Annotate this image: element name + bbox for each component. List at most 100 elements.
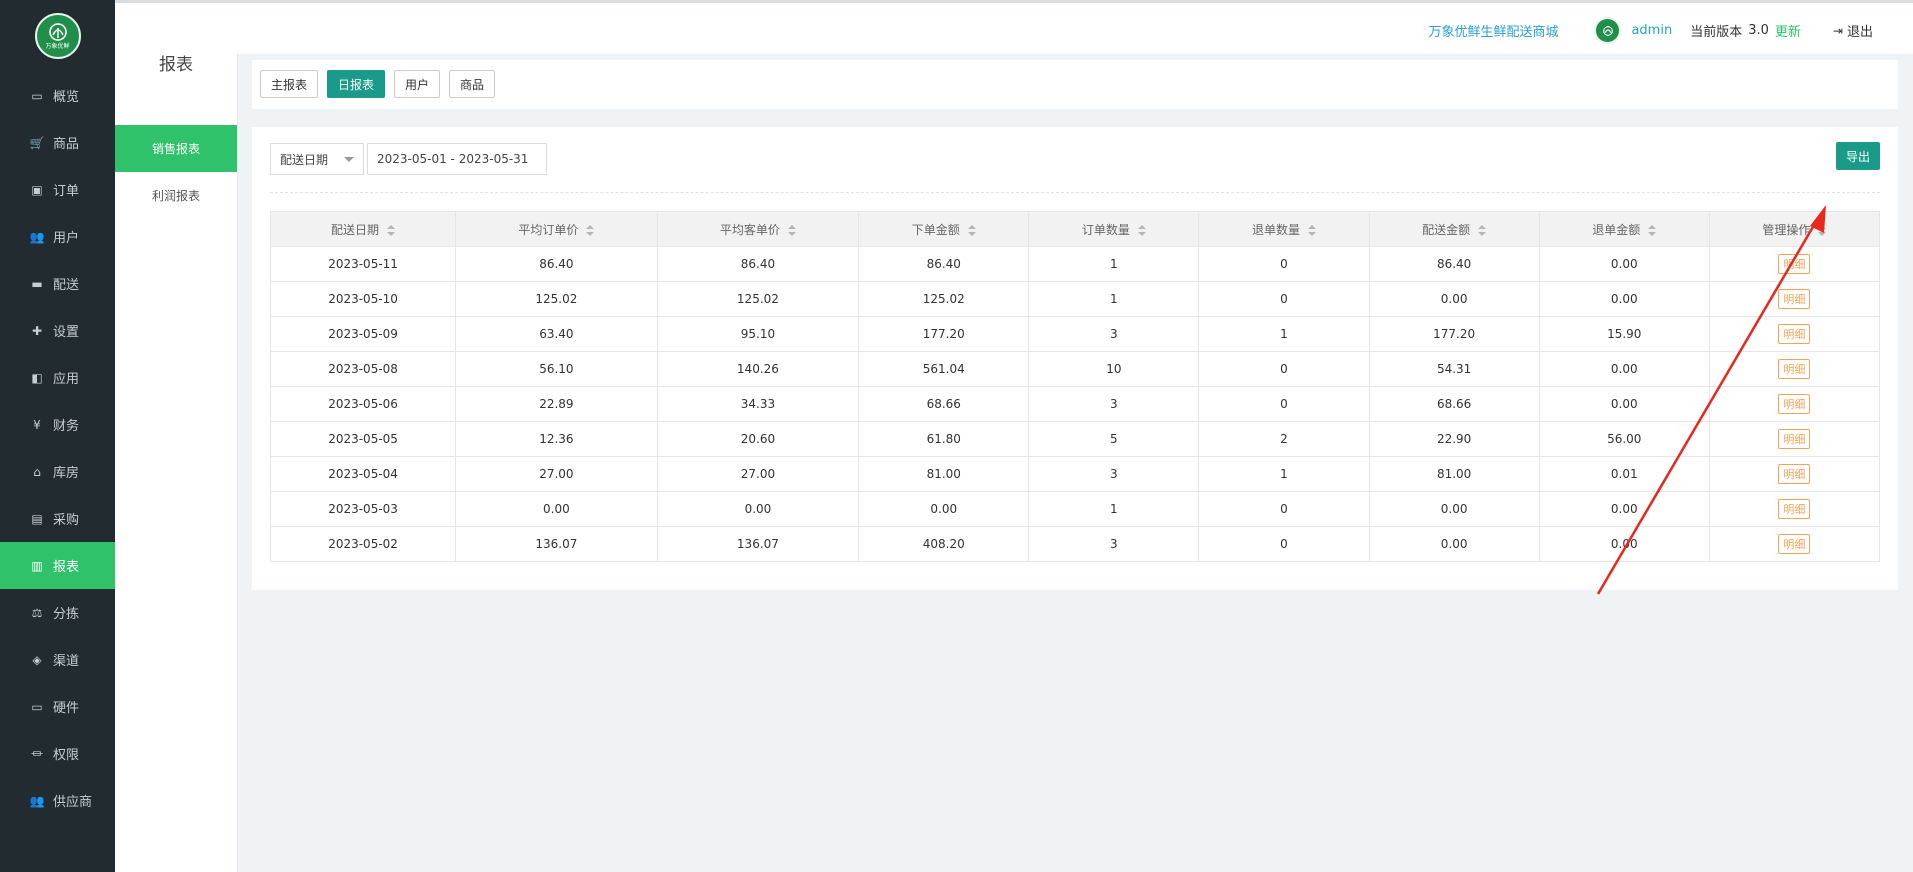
sidebar-item-2[interactable]: ▣ 订单 xyxy=(0,166,115,213)
column-header-label: 配送日期 xyxy=(331,222,380,237)
table-cell: 3 xyxy=(1028,456,1200,492)
table-cell: 56.00 xyxy=(1538,421,1710,457)
sort-icon[interactable] xyxy=(387,224,396,236)
sort-icon[interactable] xyxy=(1137,224,1146,236)
logout-button[interactable]: ⇥ 退出 xyxy=(1832,21,1873,41)
column-header[interactable]: 退单金额 xyxy=(1538,211,1710,247)
detail-button[interactable]: 明细 xyxy=(1778,359,1811,379)
shop-name-link[interactable]: 万象优鲜生鲜配送商城 xyxy=(1428,21,1558,40)
sidebar-item-14[interactable]: ⏛ 权限 xyxy=(0,730,115,777)
sort-icon[interactable] xyxy=(1648,224,1657,236)
cube-icon: ◈ xyxy=(32,652,42,667)
detail-button[interactable]: 明细 xyxy=(1778,499,1811,519)
tab-2[interactable]: 用户 xyxy=(394,70,441,98)
table-cell: 136.07 xyxy=(455,526,658,562)
detail-button[interactable]: 明细 xyxy=(1778,324,1811,344)
avatar[interactable] xyxy=(1594,17,1622,44)
sub-nav-item-0[interactable]: 销售报表 xyxy=(115,125,237,172)
sidebar-item-4[interactable]: ▬ 配送 xyxy=(0,260,115,307)
puzzle-icon: ✚ xyxy=(31,323,43,338)
sidebar-item-label: 财务 xyxy=(53,419,80,434)
user-name-link[interactable]: admin xyxy=(1631,23,1672,38)
sidebar-item-label: 供应商 xyxy=(53,795,93,810)
table-cell: 125.02 xyxy=(455,281,658,317)
column-header[interactable]: 配送金额 xyxy=(1368,211,1540,247)
table-cell: 408.20 xyxy=(858,526,1030,562)
table-cell: 86.40 xyxy=(858,246,1030,282)
sidebar-item-8[interactable]: ⌂ 库房 xyxy=(0,448,115,495)
sort-icon[interactable] xyxy=(586,224,595,236)
sidebar-item-1[interactable]: 🛒 商品 xyxy=(0,119,115,166)
column-header[interactable]: 订单数量 xyxy=(1028,211,1200,247)
sidebar-item-12[interactable]: ◈ 渠道 xyxy=(0,636,115,683)
column-header[interactable]: 平均客单价 xyxy=(656,211,860,247)
table-cell: 2023-05-10 xyxy=(269,281,457,317)
date-range-input[interactable]: 2023-05-01 - 2023-05-31 xyxy=(367,143,547,175)
sales-report-table: 配送日期 平均订单价 平均客单价 下单金额 订单数量 退单数量 配送金额 退单金额 管理操作 2… xyxy=(269,211,1881,562)
sort-icon[interactable] xyxy=(1478,224,1487,236)
tab-0[interactable]: 主报表 xyxy=(260,70,319,98)
balance-icon: ⚖ xyxy=(31,605,43,620)
detail-button[interactable]: 明细 xyxy=(1778,534,1811,554)
table-row: 2023-05-09 63.40 95.10 177.20 3 1 177.20 15.90 明… xyxy=(269,316,1881,352)
table-row: 2023-05-06 22.89 34.33 68.66 3 0 68.66 0.00 明细 xyxy=(269,386,1881,422)
table-cell: 125.02 xyxy=(656,281,860,317)
sidebar-item-10[interactable]: ▥ 报表 xyxy=(0,542,115,589)
tab-3[interactable]: 商品 xyxy=(449,70,496,98)
sidebar-item-9[interactable]: ▤ 采购 xyxy=(0,495,115,542)
sidebar-item-11[interactable]: ⚖ 分拣 xyxy=(0,589,115,636)
leaf-avatar-icon xyxy=(1603,25,1613,36)
detail-button[interactable]: 明细 xyxy=(1778,289,1811,309)
column-header[interactable]: 退单数量 xyxy=(1198,211,1370,247)
export-button[interactable]: 导出 xyxy=(1835,142,1880,170)
column-header-label: 平均订单价 xyxy=(518,222,579,237)
sort-icon[interactable] xyxy=(1308,224,1316,236)
table-cell: 5 xyxy=(1028,421,1200,457)
sub-nav-item-1[interactable]: 利润报表 xyxy=(115,172,237,219)
table-cell: 0.00 xyxy=(1538,281,1710,317)
sign-out-icon: ⇥ xyxy=(1832,23,1843,38)
table-cell: 27.00 xyxy=(455,456,658,492)
table-cell: 0 xyxy=(1198,246,1370,282)
table-cell: 15.90 xyxy=(1538,316,1710,352)
column-header[interactable]: 管理操作 xyxy=(1708,211,1881,247)
column-header[interactable]: 平均订单价 xyxy=(455,211,658,247)
logout-label: 退出 xyxy=(1846,25,1873,40)
table-cell: 2023-05-03 xyxy=(269,491,457,527)
sidebar-item-label: 渠道 xyxy=(53,654,80,669)
table-cell: 0 xyxy=(1198,351,1370,387)
detail-button[interactable]: 明细 xyxy=(1778,464,1811,484)
brand-logo[interactable]: 万象优鲜 xyxy=(34,13,81,59)
date-type-select[interactable]: 配送日期 xyxy=(270,143,364,175)
column-header-label: 平均客单价 xyxy=(719,222,780,237)
table-cell: 2 xyxy=(1198,421,1370,457)
table-cell: 0 xyxy=(1198,386,1370,422)
table-cell: 2023-05-05 xyxy=(269,421,457,457)
table-row: 2023-05-02 136.07 136.07 408.20 3 0 0.00 0.00 明细 xyxy=(269,526,1881,562)
sidebar-item-0[interactable]: ▭ 概览 xyxy=(0,72,115,119)
column-header-label: 管理操作 xyxy=(1762,222,1811,237)
sidebar-item-15[interactable]: 👥 供应商 xyxy=(0,777,115,824)
sidebar-item-7[interactable]: ¥ 财务 xyxy=(0,401,115,448)
sidebar-item-6[interactable]: ◧ 应用 xyxy=(0,354,115,401)
update-link[interactable]: 更新 xyxy=(1775,21,1801,40)
table-cell: 68.66 xyxy=(1368,386,1540,422)
table-cell: 63.40 xyxy=(455,316,658,352)
tab-1[interactable]: 日报表 xyxy=(327,70,386,98)
sort-icon[interactable] xyxy=(1818,224,1827,236)
chevron-down-icon xyxy=(344,156,354,162)
column-header[interactable]: 配送日期 xyxy=(269,211,457,247)
sidebar-item-5[interactable]: ✚ 设置 xyxy=(0,307,115,354)
truck-icon: ▬ xyxy=(31,276,43,291)
table-cell: 3 xyxy=(1028,526,1200,562)
detail-button[interactable]: 明细 xyxy=(1778,429,1811,449)
sidebar-item-13[interactable]: ▭ 硬件 xyxy=(0,683,115,730)
sort-icon[interactable] xyxy=(787,224,796,236)
column-header[interactable]: 下单金额 xyxy=(858,211,1030,247)
table-cell: 2023-05-04 xyxy=(269,456,457,492)
top-bar: 万象优鲜生鲜配送商城 admin 当前版本 3.0 更新 ⇥ 退出 xyxy=(115,0,1913,54)
detail-button[interactable]: 明细 xyxy=(1778,254,1811,274)
sidebar-item-3[interactable]: 👥 用户 xyxy=(0,213,115,260)
detail-button[interactable]: 明细 xyxy=(1778,394,1811,414)
sort-icon[interactable] xyxy=(967,224,976,236)
